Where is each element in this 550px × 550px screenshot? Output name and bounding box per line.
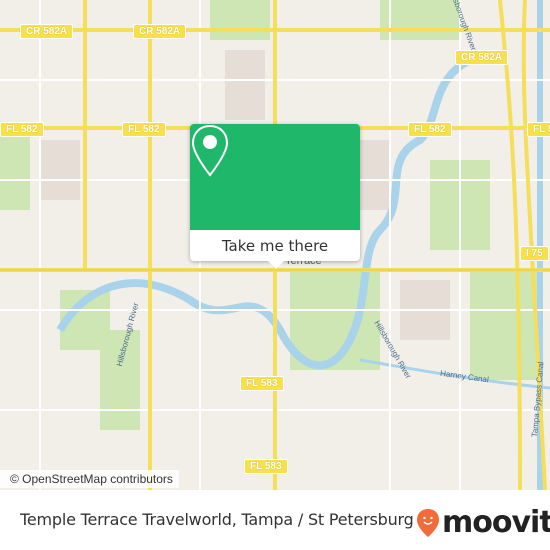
road-shield: FL 582 [0,122,44,137]
road-shield: CR 582A [455,50,509,65]
road-shield: FL 58 [527,122,550,137]
location-popup: Take me there [190,124,360,269]
take-me-there-button[interactable]: Take me there [190,230,360,261]
road-shield: CR 582A [133,24,187,39]
moovit-pin-icon [417,508,439,537]
moovit-logo-text: moovit [442,505,550,540]
road-shield: FL 582 [408,122,452,137]
moovit-logo[interactable]: moovit [416,505,550,540]
road-shield: FL 582 [122,122,166,137]
road-shield: CR 582A [20,24,74,39]
map-attribution[interactable]: © OpenStreetMap contributors [0,470,179,488]
road-shield: FL 583 [240,376,284,391]
map-pin-icon [191,124,229,177]
road-shield: FL 583 [244,459,288,474]
popup-header [190,124,360,230]
map[interactable]: CR 582A CR 582A CR 582A FL 582 FL 582 FL… [0,0,550,490]
location-title: Temple Terrace Travelworld, Tampa / St P… [20,510,414,529]
road-shield: I 75 [520,246,549,261]
